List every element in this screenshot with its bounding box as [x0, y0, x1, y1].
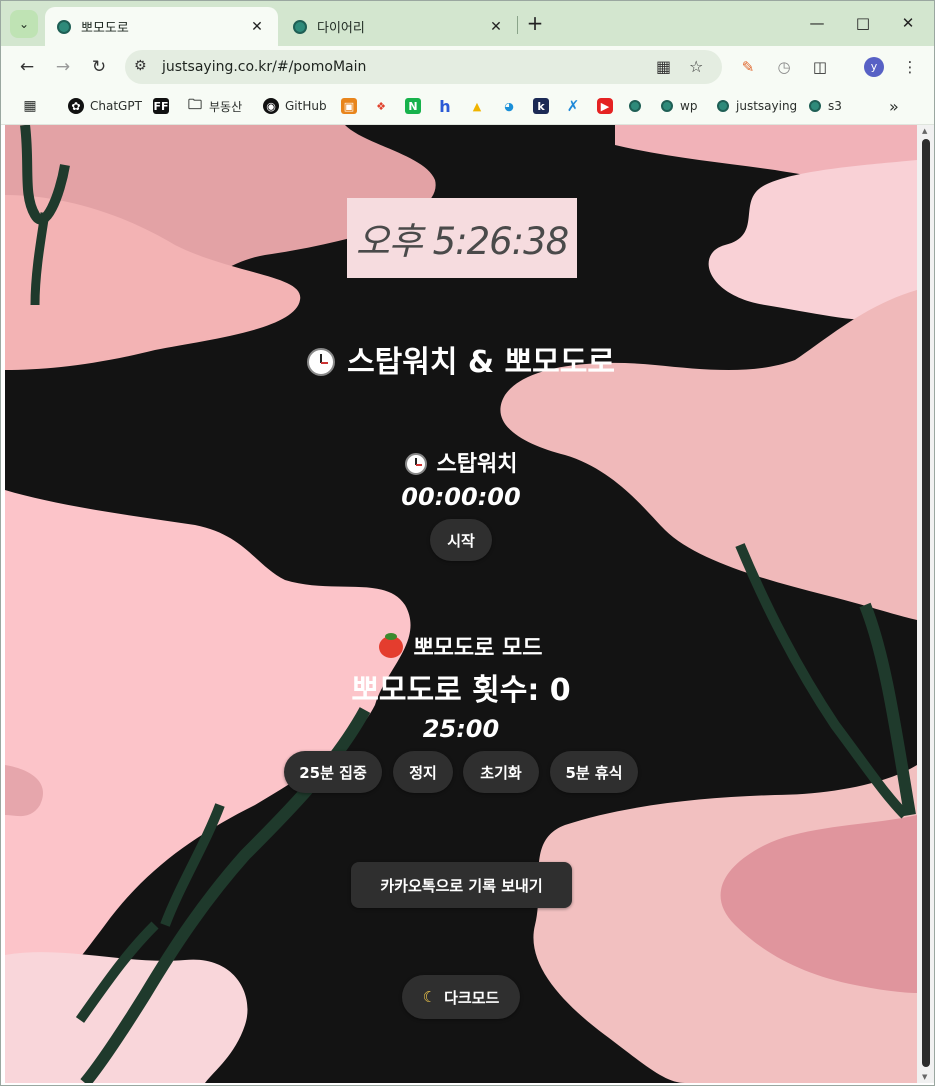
- bookmark-star-icon[interactable]: ☆: [689, 57, 703, 76]
- bookmark-vscode[interactable]: ✗: [565, 96, 587, 116]
- stop-button[interactable]: 정지: [393, 751, 453, 793]
- close-tab-icon[interactable]: ✕: [248, 19, 266, 35]
- turtle-favicon-icon: [293, 19, 307, 34]
- extension-timer-icon[interactable]: ◷: [774, 57, 794, 77]
- forward-button[interactable]: →: [51, 55, 75, 79]
- page-scrollbar[interactable]: ▲ ▼: [917, 125, 934, 1083]
- bookmark-edge[interactable]: ◕: [501, 96, 523, 116]
- current-time-text: 오후 5:26:38: [355, 220, 569, 263]
- browser-window: ⌄ 뽀모도로 ✕ 다이어리 ✕ + — □ ✕ ← → ↻ ⚙ justsayi…: [0, 0, 935, 1086]
- darkmode-label: 다크모드: [444, 988, 500, 1007]
- bookmark-chatgpt[interactable]: ✿ ChatGPT: [68, 96, 142, 116]
- turtle-icon: [661, 100, 673, 112]
- scroll-up-arrow-icon[interactable]: ▲: [922, 127, 927, 135]
- tab-title: 다이어리: [317, 21, 365, 36]
- turtle-icon: [809, 100, 821, 112]
- bookmark-orange[interactable]: ▣: [341, 96, 363, 116]
- bookmark-k[interactable]: k: [533, 96, 555, 116]
- page-title: 스탑워치 & 뽀모도로: [5, 337, 917, 381]
- site-info-icon[interactable]: ⚙: [134, 58, 147, 74]
- address-bar[interactable]: ⚙ justsaying.co.kr/#/pomoMain ▦ ☆: [125, 50, 722, 84]
- bookmark-naver[interactable]: N: [405, 96, 427, 116]
- youtube-icon: ▶: [597, 98, 613, 114]
- app-orange-icon: ▣: [341, 98, 357, 114]
- github-icon: ◉: [263, 98, 279, 114]
- tab-separator: [517, 16, 518, 34]
- darkmode-toggle-button[interactable]: ☾ 다크모드: [402, 975, 520, 1019]
- extension-notes-icon[interactable]: ✎: [738, 57, 758, 77]
- vscode-icon: ✗: [566, 97, 580, 115]
- drive-icon: ▲: [472, 99, 482, 113]
- pomodoro-heading: 뽀모도로 모드: [5, 630, 917, 662]
- menu-kebab-icon[interactable]: ⋮: [900, 57, 920, 77]
- tab-title: 뽀모도로: [81, 21, 129, 36]
- chatgpt-icon: ✿: [68, 98, 84, 114]
- bookmark-youtube[interactable]: ▶: [597, 96, 619, 116]
- bookmark-wp[interactable]: wp: [661, 96, 697, 116]
- figma-icon: ❖: [376, 99, 386, 113]
- back-button[interactable]: ←: [15, 55, 39, 79]
- stopwatch-time: 00:00:00: [401, 483, 521, 511]
- scroll-down-arrow-icon[interactable]: ▼: [922, 1073, 927, 1081]
- tab-strip: ⌄ 뽀모도로 ✕ 다이어리 ✕ + — □ ✕: [1, 1, 934, 46]
- k-icon: k: [533, 98, 549, 114]
- bookmark-h[interactable]: h: [437, 96, 459, 116]
- bookmarks-overflow-button[interactable]: »: [889, 96, 899, 116]
- focus-25-button[interactable]: 25분 집중: [284, 751, 382, 793]
- chevron-down-icon: ⌄: [18, 17, 30, 31]
- bookmark-turtle[interactable]: [629, 96, 648, 116]
- pomodoro-time: 25:00: [422, 715, 500, 743]
- apps-grid-icon[interactable]: ▦: [22, 96, 44, 116]
- reset-button[interactable]: 초기화: [463, 751, 539, 793]
- bookmark-drive[interactable]: ▲: [469, 96, 491, 116]
- stopwatch-heading: 스탑워치: [5, 446, 917, 478]
- turtle-icon: [629, 100, 641, 112]
- clock-icon: [404, 453, 427, 475]
- extensions-puzzle-icon[interactable]: ◫: [810, 57, 830, 77]
- stopwatch-heading-text: 스탑워치: [436, 452, 518, 477]
- turtle-favicon-icon: [57, 19, 71, 34]
- bookmark-folder-realestate[interactable]: 🗀 부동산: [187, 96, 242, 116]
- turtle-icon: [717, 100, 729, 112]
- tab-search-button[interactable]: ⌄: [10, 10, 38, 38]
- edge-icon: ◕: [504, 99, 514, 113]
- page-content: 오후 5:26:38 스탑워치 & 뽀모도로 스탑워치 00:00:00 시작 …: [5, 125, 917, 1083]
- folder-icon: 🗀: [188, 97, 202, 113]
- close-window-button[interactable]: ✕: [893, 11, 923, 35]
- bookmark-ff[interactable]: FF: [153, 96, 175, 116]
- stopwatch-start-button[interactable]: 시작: [430, 519, 492, 561]
- bookmark-s3[interactable]: s3: [809, 96, 842, 116]
- maximize-button[interactable]: □: [848, 11, 878, 35]
- pomodoro-heading-text: 뽀모도로 모드: [413, 636, 543, 661]
- ff-icon: FF: [153, 98, 169, 114]
- current-time-display: 오후 5:26:38: [347, 198, 577, 278]
- minimize-button[interactable]: —: [802, 11, 832, 35]
- install-app-icon[interactable]: ▦: [656, 57, 671, 76]
- profile-avatar[interactable]: y: [864, 57, 884, 77]
- page-title-text: 스탑워치 & 뽀모도로: [347, 345, 615, 380]
- close-tab-icon[interactable]: ✕: [487, 19, 505, 35]
- clock-icon: [307, 348, 336, 376]
- scrollbar-thumb[interactable]: [922, 139, 930, 1067]
- naver-icon: N: [405, 98, 421, 114]
- h-icon: h: [439, 96, 451, 116]
- tab-pomodoro[interactable]: 뽀모도로 ✕: [45, 7, 278, 46]
- tab-diary[interactable]: 다이어리 ✕: [281, 7, 517, 46]
- bookmark-justsaying[interactable]: justsaying: [717, 96, 797, 116]
- break-5-button[interactable]: 5분 휴식: [550, 751, 638, 793]
- kakao-send-button[interactable]: 카카오톡으로 기록 보내기: [351, 862, 572, 908]
- pomodoro-count: 뽀모도로 횟수: 0: [351, 673, 571, 708]
- reload-button[interactable]: ↻: [87, 55, 111, 79]
- bookmarks-bar: ▦ ✿ ChatGPT FF 🗀 부동산 ◉ GitHub ▣ ❖ N h ▲ ◕ k…: [1, 88, 934, 125]
- new-tab-button[interactable]: +: [524, 12, 546, 34]
- bookmark-figma[interactable]: ❖: [373, 96, 395, 116]
- moon-icon: ☾: [422, 988, 437, 1006]
- tomato-icon: [379, 633, 404, 658]
- url-text[interactable]: justsaying.co.kr/#/pomoMain: [162, 50, 366, 84]
- bookmark-github[interactable]: ◉ GitHub: [263, 96, 327, 116]
